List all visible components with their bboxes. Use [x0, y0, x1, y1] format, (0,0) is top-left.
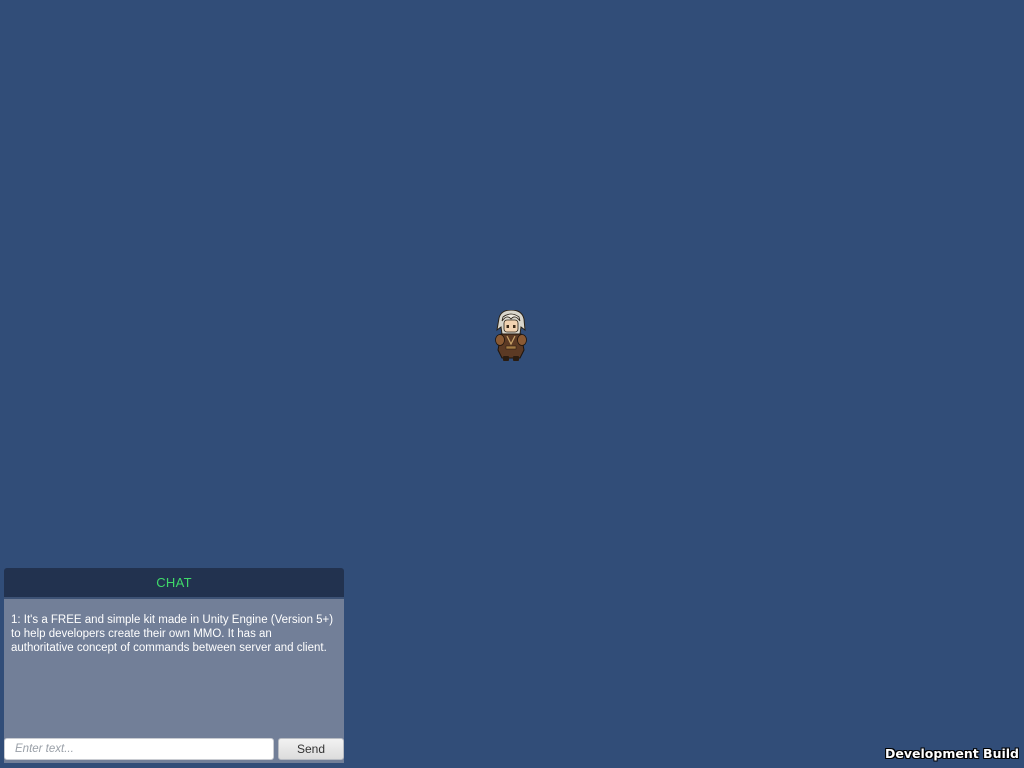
game-viewport[interactable]: CHAT 1: It's a FREE and simple kit made … — [0, 0, 1024, 768]
development-build-label: Development Build — [885, 746, 1019, 761]
chat-title: CHAT — [156, 575, 192, 590]
chat-input[interactable] — [4, 738, 274, 760]
chat-panel: CHAT 1: It's a FREE and simple kit made … — [4, 568, 344, 763]
player-character-icon[interactable] — [493, 310, 529, 362]
chat-header: CHAT — [4, 568, 344, 599]
send-button[interactable]: Send — [278, 738, 344, 760]
chat-message: 1: It's a FREE and simple kit made in Un… — [11, 614, 334, 654]
chat-log: 1: It's a FREE and simple kit made in Un… — [11, 613, 337, 655]
